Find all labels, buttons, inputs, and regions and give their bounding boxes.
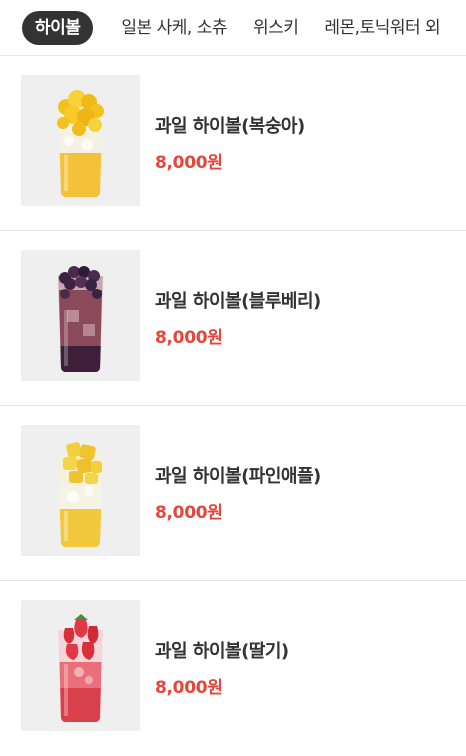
tab-highball[interactable]: 하이볼 — [22, 10, 94, 45]
menu-item-name: 과일 하이볼(파인애플) — [155, 466, 321, 487]
peach-highball-photo — [21, 75, 140, 206]
blueberry-highball-photo — [21, 250, 140, 381]
menu-item-image — [21, 425, 140, 556]
tab-whisky[interactable]: 위스키 — [253, 12, 299, 44]
menu-item[interactable]: 과일 하이볼(파인애플) 8,000원 — [0, 406, 466, 581]
strawberry-highball-photo — [21, 600, 140, 731]
menu-item-name: 과일 하이볼(딸기) — [155, 641, 289, 662]
menu-item[interactable]: 과일 하이볼(딸기) 8,000원 — [0, 581, 466, 756]
tab-japanese-sake-shochu[interactable]: 일본 사케, 소츄 — [121, 12, 227, 44]
tab-lemon-tonic-water[interactable]: 레몬,토닉워터 외 — [324, 12, 440, 44]
menu-item-image — [21, 75, 140, 206]
menu-list: 과일 하이볼(복숭아) 8,000원 과일 하이볼(블루베리) 8,000원 과… — [0, 56, 466, 756]
pineapple-highball-photo — [21, 425, 140, 556]
menu-item-image — [21, 250, 140, 381]
menu-item-name: 과일 하이볼(블루베리) — [155, 291, 321, 312]
menu-item[interactable]: 과일 하이볼(복숭아) 8,000원 — [0, 56, 466, 231]
menu-item-price: 8,000원 — [155, 153, 223, 173]
menu-item-price: 8,000원 — [155, 678, 223, 698]
category-tab-bar: 하이볼 일본 사케, 소츄 위스키 레몬,토닉워터 외 — [0, 0, 466, 56]
menu-item-price: 8,000원 — [155, 328, 223, 348]
menu-item-price: 8,000원 — [155, 503, 223, 523]
menu-item-image — [21, 600, 140, 731]
menu-item-name: 과일 하이볼(복숭아) — [155, 116, 305, 137]
menu-item[interactable]: 과일 하이볼(블루베리) 8,000원 — [0, 231, 466, 406]
